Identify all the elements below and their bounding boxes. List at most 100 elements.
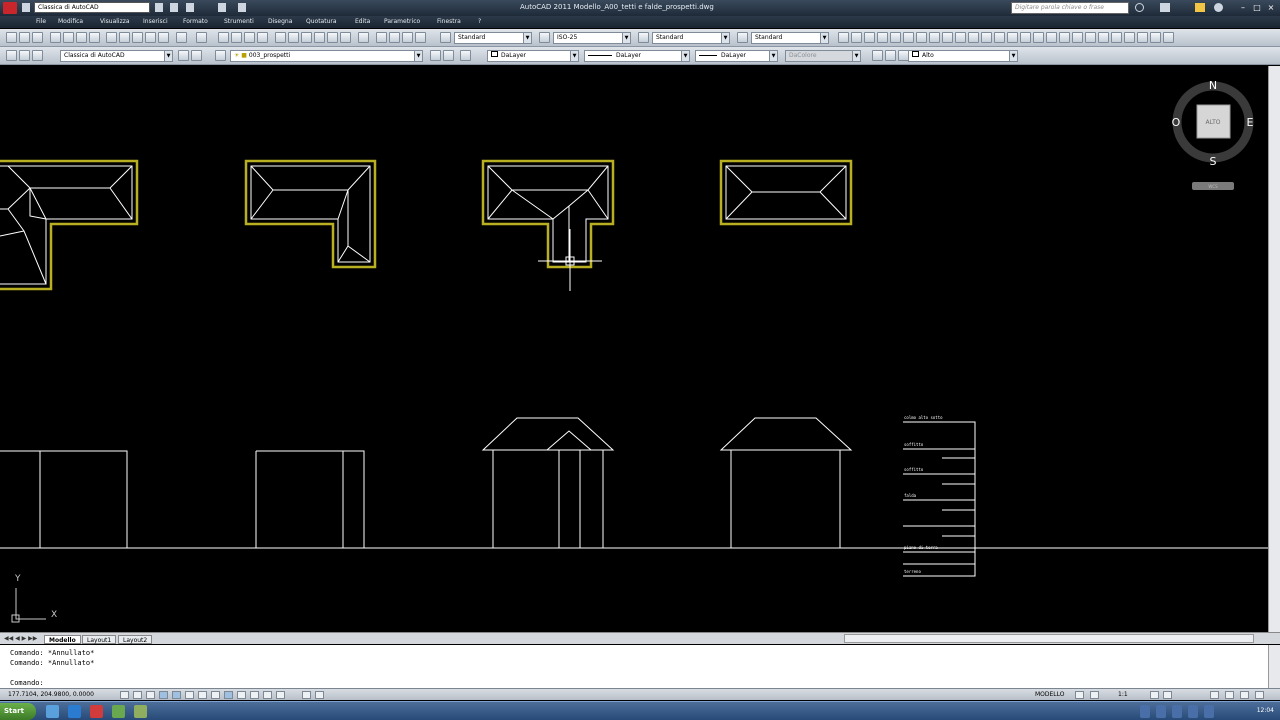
menu-modifica[interactable]: Modifica [58,18,83,25]
layer-properties-icon[interactable] [215,50,226,61]
dim-tool-icon[interactable] [851,32,862,43]
desktop-icon[interactable] [46,705,59,718]
polar-toggle[interactable] [159,691,168,699]
menu-visualizza[interactable]: Visualizza [100,18,130,25]
tab-nav-arrows[interactable]: ◀◀ ◀ ▶ ▶▶ [4,635,42,644]
table-style-select[interactable]: Standard ▼ [652,32,730,44]
named-view-select[interactable]: Alto ▼ [908,50,1018,62]
start-button[interactable]: Start [0,703,36,720]
infocenter-icon[interactable] [1160,3,1170,12]
vertical-scrollbar[interactable] [1268,66,1280,632]
tab-layout1[interactable]: Layout1 [82,635,117,644]
autocad-taskbar-icon[interactable] [90,705,103,718]
maximize-button[interactable]: □ [1250,2,1264,13]
clean-screen-icon[interactable] [1255,691,1264,699]
layer-previous-icon[interactable] [32,50,43,61]
drawing-svg[interactable]: colmo alto sotto soffitto soffitto falda… [0,66,1268,632]
command-scrollbar[interactable] [1268,645,1280,688]
layer-state-icon[interactable] [19,50,30,61]
menu-parametrico[interactable]: Parametrico [384,18,420,25]
search-icon[interactable] [1135,3,1144,12]
dim-tool-icon[interactable] [916,32,927,43]
dim-tool-icon[interactable] [1033,32,1044,43]
layer-manager-icon[interactable] [6,50,17,61]
osnap-toggle[interactable] [172,691,181,699]
dim-tool-icon[interactable] [1111,32,1122,43]
dim-tool-icon[interactable] [942,32,953,43]
dyn-toggle[interactable] [224,691,233,699]
ducs-toggle[interactable] [211,691,220,699]
model-space-label[interactable]: MODELLO [1035,691,1065,698]
redo-icon[interactable] [238,3,246,12]
quickcalc-icon[interactable] [340,32,351,43]
lock-icon[interactable] [1225,691,1234,699]
quick-view-icon[interactable] [1075,691,1084,699]
new-icon[interactable] [22,3,30,12]
dim-tool-icon[interactable] [1150,32,1161,43]
undo-icon[interactable] [218,3,226,12]
linetype-select[interactable]: DaLayer ▼ [584,50,690,62]
command-line[interactable]: Comando: *Annullato* Comando: *Annullato… [0,645,1268,688]
pan-icon[interactable] [218,32,229,43]
menu-help[interactable]: ? [478,18,481,25]
sc-toggle[interactable] [276,691,285,699]
tab-layout2[interactable]: Layout2 [118,635,153,644]
publish-icon[interactable] [76,32,87,43]
dim-tool-icon[interactable] [1085,32,1096,43]
plot-icon[interactable] [50,32,61,43]
dim-style-icon[interactable] [539,32,550,43]
drawing-canvas[interactable]: colmo alto sotto soffitto soffitto falda… [0,66,1268,632]
layer-previous-icon[interactable] [443,50,454,61]
qp-toggle[interactable] [263,691,272,699]
volume-icon[interactable] [1204,705,1214,718]
preview-icon[interactable] [63,32,74,43]
workspace-switch-icon[interactable] [1210,691,1219,699]
layer-tool-icon[interactable] [389,32,400,43]
sheet-set-icon[interactable] [314,32,325,43]
autocad-app-icon[interactable] [3,2,17,14]
menu-formato[interactable]: Formato [183,18,208,25]
snap-toggle[interactable] [120,691,129,699]
dim-tool-icon[interactable] [968,32,979,43]
otrack-toggle[interactable] [198,691,207,699]
paste-icon[interactable] [132,32,143,43]
layer-select[interactable]: ☀ ■ 003_prospetti ▼ [230,50,423,62]
tray-icon[interactable] [1172,705,1182,718]
clean-screen-icon[interactable] [1240,691,1249,699]
view-tool-icon[interactable] [872,50,883,61]
workspace-settings-icon[interactable] [178,50,189,61]
dim-tool-icon[interactable] [1124,32,1135,43]
dim-tool-icon[interactable] [1098,32,1109,43]
menu-quotatura[interactable]: Quotatura [306,18,337,25]
dim-tool-icon[interactable] [1046,32,1057,43]
close-button[interactable]: × [1264,2,1278,13]
grid-toggle[interactable] [133,691,142,699]
dim-tool-icon[interactable] [1163,32,1174,43]
zoom-realtime-icon[interactable] [231,32,242,43]
mleader-style-select[interactable]: Standard ▼ [751,32,829,44]
layer-tool-icon[interactable] [415,32,426,43]
text-style-select[interactable]: Standard ▼ [454,32,532,44]
layer-tool-icon[interactable] [402,32,413,43]
zoom-previous-icon[interactable] [257,32,268,43]
new-icon[interactable] [6,32,17,43]
design-center-icon[interactable] [288,32,299,43]
dim-tool-icon[interactable] [1020,32,1031,43]
lwt-toggle[interactable] [237,691,246,699]
horizontal-scrollbar[interactable] [844,634,1254,643]
tray-icon[interactable] [1156,705,1166,718]
tpy-toggle[interactable] [250,691,259,699]
layer-tool-icon[interactable] [376,32,387,43]
match-properties-icon[interactable] [145,32,156,43]
dim-tool-icon[interactable] [864,32,875,43]
dim-tool-icon[interactable] [890,32,901,43]
table-style-icon[interactable] [638,32,649,43]
lineweight-select[interactable]: DaLayer ▼ [695,50,778,62]
navigation-icon[interactable] [302,691,311,699]
dim-tool-icon[interactable] [994,32,1005,43]
layer-tool-icon[interactable] [460,50,471,61]
menu-inserisci[interactable]: Inserisci [143,18,168,25]
undo-icon[interactable] [176,32,187,43]
menu-strumenti[interactable]: Strumenti [224,18,254,25]
quick-view-icon[interactable] [1090,691,1099,699]
